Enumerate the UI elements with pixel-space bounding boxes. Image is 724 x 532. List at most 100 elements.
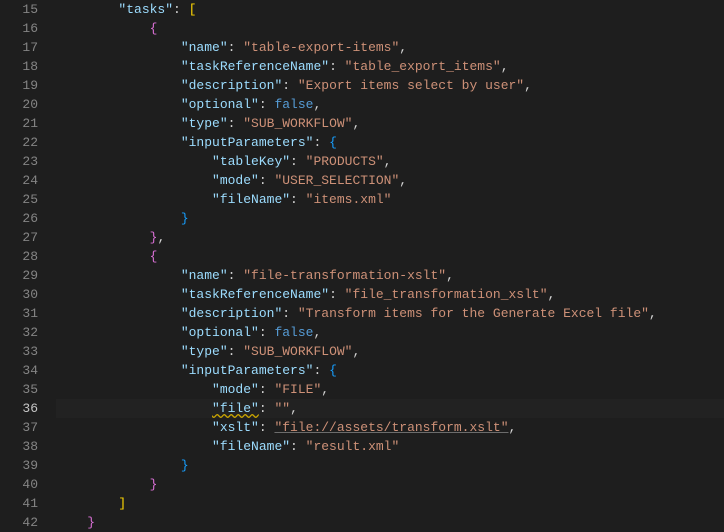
token-str: "SUB_WORKFLOW"	[243, 344, 352, 359]
token-key: "description"	[181, 306, 282, 321]
token-punct: :	[282, 78, 298, 93]
line-number: 22	[0, 133, 38, 152]
code-area[interactable]: "tasks": [ { "name": "table-export-items…	[52, 0, 724, 530]
token-str: "file_transformation_xslt"	[345, 287, 548, 302]
code-line[interactable]: "description": "Transform items for the …	[56, 304, 724, 323]
token-punct: :	[259, 325, 275, 340]
code-line[interactable]: "name": "table-export-items",	[56, 38, 724, 57]
line-number: 18	[0, 57, 38, 76]
code-line[interactable]: "xslt": "file://assets/transform.xslt",	[56, 418, 724, 437]
token-brace2: {	[150, 21, 158, 36]
token-brace: [	[189, 2, 197, 17]
code-line[interactable]: "mode": "FILE",	[56, 380, 724, 399]
line-number: 15	[0, 0, 38, 19]
token-str: "items.xml"	[306, 192, 392, 207]
line-number: 40	[0, 475, 38, 494]
token-str: "table_export_items"	[345, 59, 501, 74]
line-number: 29	[0, 266, 38, 285]
line-number: 17	[0, 38, 38, 57]
token-key: "name"	[181, 40, 228, 55]
token-str: "result.xml"	[306, 439, 400, 454]
code-line[interactable]: "type": "SUB_WORKFLOW",	[56, 342, 724, 361]
code-line[interactable]: "mode": "USER_SELECTION",	[56, 171, 724, 190]
code-line[interactable]: "optional": false,	[56, 323, 724, 342]
token-punct: :	[259, 382, 275, 397]
code-line[interactable]: "inputParameters": {	[56, 133, 724, 152]
code-line[interactable]: "fileName": "result.xml"	[56, 437, 724, 456]
token-punct: ,	[524, 78, 532, 93]
token-punct: :	[290, 439, 306, 454]
token-str: "Transform items for the Generate Excel …	[298, 306, 649, 321]
token-punct: :	[228, 268, 244, 283]
token-key: "name"	[181, 268, 228, 283]
token-punct: :	[313, 363, 329, 378]
token-bool: false	[274, 325, 313, 340]
code-line[interactable]: {	[56, 19, 724, 38]
line-number: 28	[0, 247, 38, 266]
token-brace2: }	[87, 515, 95, 530]
token-punct: :	[313, 135, 329, 150]
token-key: "taskReferenceName"	[181, 287, 329, 302]
token-punct: :	[329, 287, 345, 302]
code-line[interactable]: "description": "Export items select by u…	[56, 76, 724, 95]
line-number: 26	[0, 209, 38, 228]
token-punct: ,	[399, 173, 407, 188]
code-line[interactable]: "type": "SUB_WORKFLOW",	[56, 114, 724, 133]
token-key: "inputParameters"	[181, 135, 314, 150]
token-key: "optional"	[181, 325, 259, 340]
token-key: "mode"	[212, 173, 259, 188]
code-line[interactable]: }	[56, 475, 724, 494]
token-punct: :	[259, 173, 275, 188]
code-line[interactable]: "tasks": [	[56, 0, 724, 19]
code-line[interactable]: "name": "file-transformation-xslt",	[56, 266, 724, 285]
code-line[interactable]: "taskReferenceName": "table_export_items…	[56, 57, 724, 76]
token-str: "FILE"	[274, 382, 321, 397]
code-line[interactable]: "fileName": "items.xml"	[56, 190, 724, 209]
code-line[interactable]: }	[56, 513, 724, 532]
code-editor[interactable]: 1516171819202122232425262728293031323334…	[0, 0, 724, 530]
token-str: "file://assets/transform.xslt"	[274, 420, 508, 435]
token-str: ""	[274, 401, 290, 416]
code-line[interactable]: {	[56, 247, 724, 266]
line-number-gutter: 1516171819202122232425262728293031323334…	[0, 0, 52, 530]
token-punct: :	[228, 116, 244, 131]
line-number: 23	[0, 152, 38, 171]
token-bool: false	[274, 97, 313, 112]
token-punct: ,	[290, 401, 298, 416]
line-number: 36	[0, 399, 38, 418]
token-key: "xslt"	[212, 420, 259, 435]
token-str: "USER_SELECTION"	[274, 173, 399, 188]
line-number: 30	[0, 285, 38, 304]
token-punct: ,	[548, 287, 556, 302]
token-str: "PRODUCTS"	[306, 154, 384, 169]
token-punct: :	[228, 40, 244, 55]
line-number: 32	[0, 323, 38, 342]
line-number: 16	[0, 19, 38, 38]
code-line[interactable]: ]	[56, 494, 724, 513]
token-key: "fileName"	[212, 192, 290, 207]
code-line[interactable]: "file": "",	[56, 399, 724, 418]
code-line[interactable]: },	[56, 228, 724, 247]
code-line[interactable]: "tableKey": "PRODUCTS",	[56, 152, 724, 171]
token-str: "Export items select by user"	[298, 78, 524, 93]
code-line[interactable]: "inputParameters": {	[56, 361, 724, 380]
token-brace3: {	[329, 135, 337, 150]
token-key: "type"	[181, 116, 228, 131]
code-line[interactable]: }	[56, 456, 724, 475]
token-str: "SUB_WORKFLOW"	[243, 116, 352, 131]
token-punct: ,	[384, 154, 392, 169]
token-str: "file-transformation-xslt"	[243, 268, 446, 283]
line-number: 41	[0, 494, 38, 513]
line-number: 37	[0, 418, 38, 437]
token-punct: :	[290, 154, 306, 169]
code-line[interactable]: "taskReferenceName": "file_transformatio…	[56, 285, 724, 304]
token-key: "tableKey"	[212, 154, 290, 169]
code-line[interactable]: }	[56, 209, 724, 228]
token-key: "description"	[181, 78, 282, 93]
token-brace3: {	[329, 363, 337, 378]
token-punct: :	[228, 344, 244, 359]
line-number: 33	[0, 342, 38, 361]
token-punct: ,	[321, 382, 329, 397]
line-number: 42	[0, 513, 38, 532]
code-line[interactable]: "optional": false,	[56, 95, 724, 114]
